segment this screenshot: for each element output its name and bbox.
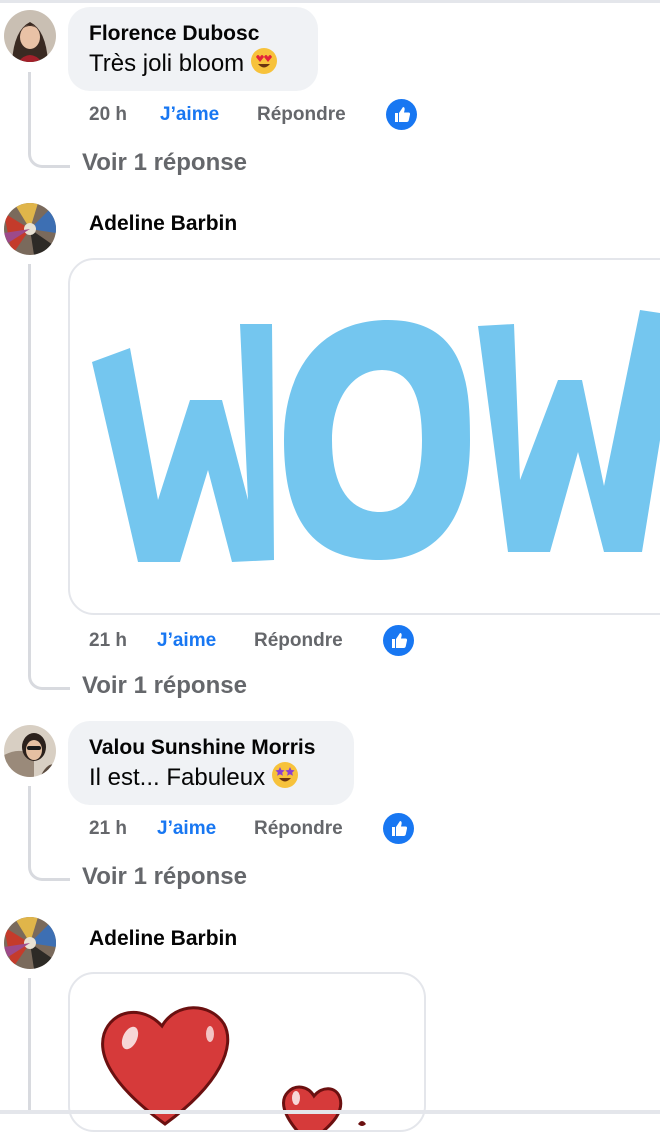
wow-sticker (68, 258, 660, 615)
reply-button[interactable]: Répondre (254, 630, 343, 652)
reply-button[interactable]: Répondre (257, 104, 346, 126)
thread-line (28, 264, 31, 670)
comment-text: Il est... Fabuleux (89, 761, 299, 796)
like-button[interactable]: J’aime (157, 630, 216, 652)
thread-elbow (28, 855, 70, 881)
like-reaction-icon[interactable] (383, 625, 414, 656)
star-struck-emoji-icon (271, 761, 299, 796)
comment-bubble: Valou Sunshine Morris Il est... Fabuleux (68, 721, 354, 805)
thread-line (28, 72, 31, 146)
comment-bubble: Florence Dubosc Très joli bloom (68, 7, 318, 91)
bottom-divider (0, 1110, 660, 1114)
view-replies-link[interactable]: Voir 1 réponse (82, 863, 247, 891)
like-reaction-icon[interactable] (386, 99, 417, 130)
view-replies-link[interactable]: Voir 1 réponse (82, 672, 247, 700)
thread-line (28, 978, 31, 1114)
like-button[interactable]: J’aime (160, 104, 219, 126)
thread-line (28, 786, 31, 856)
comment-author[interactable]: Valou Sunshine Morris (89, 736, 315, 760)
comment-time[interactable]: 21 h (89, 818, 127, 840)
comment-time[interactable]: 20 h (89, 104, 127, 126)
comment-author[interactable]: Adeline Barbin (89, 927, 237, 951)
heart-eyes-emoji-icon (250, 47, 278, 82)
avatar-florence[interactable] (4, 10, 56, 62)
thread-elbow (28, 142, 70, 168)
wow-sticker-icon (92, 310, 660, 562)
reply-button[interactable]: Répondre (254, 818, 343, 840)
avatar-valou[interactable] (4, 725, 56, 777)
like-reaction-icon[interactable] (383, 813, 414, 844)
comment-text: Très joli bloom (89, 47, 278, 82)
view-replies-link[interactable]: Voir 1 réponse (82, 149, 247, 177)
hearts-sticker-icon (101, 1006, 366, 1130)
comment-author[interactable]: Florence Dubosc (89, 22, 259, 46)
hearts-sticker (68, 972, 426, 1132)
thread-elbow (28, 664, 70, 690)
avatar-adeline[interactable] (4, 203, 56, 255)
comment-author[interactable]: Adeline Barbin (89, 212, 237, 236)
top-divider (0, 0, 660, 3)
like-button[interactable]: J’aime (157, 818, 216, 840)
avatar-adeline[interactable] (4, 917, 56, 969)
comment-time[interactable]: 21 h (89, 630, 127, 652)
